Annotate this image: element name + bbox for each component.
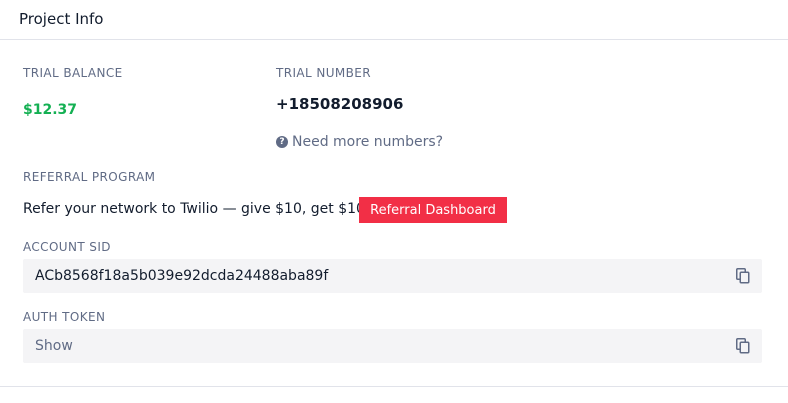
account-sid-value: ACb8568f18a5b039e92dcda24488aba89f [35, 268, 329, 284]
copy-account-sid-button[interactable] [736, 268, 750, 284]
copy-auth-token-button[interactable] [736, 338, 750, 354]
auth-token-label: AUTH TOKEN [23, 310, 106, 324]
trial-balance-value: $12.37 [23, 102, 78, 118]
need-more-numbers-text: Need more numbers? [292, 134, 444, 150]
trial-number-label: TRIAL NUMBER [276, 66, 371, 80]
referral-program-label: REFERRAL PROGRAM [23, 170, 156, 184]
auth-token-field: Show [23, 329, 762, 363]
copy-icon [736, 268, 750, 284]
bottom-divider [0, 386, 788, 387]
copy-icon [736, 338, 750, 354]
referral-description: Refer your network to Twilio — give $10,… [23, 201, 370, 217]
show-auth-token-link[interactable]: Show [35, 338, 73, 354]
question-circle-icon: ? [276, 136, 288, 148]
need-more-numbers-link[interactable]: ? Need more numbers? [276, 134, 443, 150]
panel-header: Project Info [0, 0, 788, 40]
trial-balance-label: TRIAL BALANCE [23, 66, 123, 80]
account-sid-label: ACCOUNT SID [23, 240, 111, 254]
trial-number-value: +18508208906 [276, 95, 404, 113]
account-sid-field: ACb8568f18a5b039e92dcda24488aba89f [23, 259, 762, 293]
referral-dashboard-button[interactable]: Referral Dashboard [359, 197, 507, 223]
project-info-panel: Project Info TRIAL BALANCE $12.37 TRIAL … [0, 0, 788, 403]
panel-title: Project Info [19, 9, 104, 28]
